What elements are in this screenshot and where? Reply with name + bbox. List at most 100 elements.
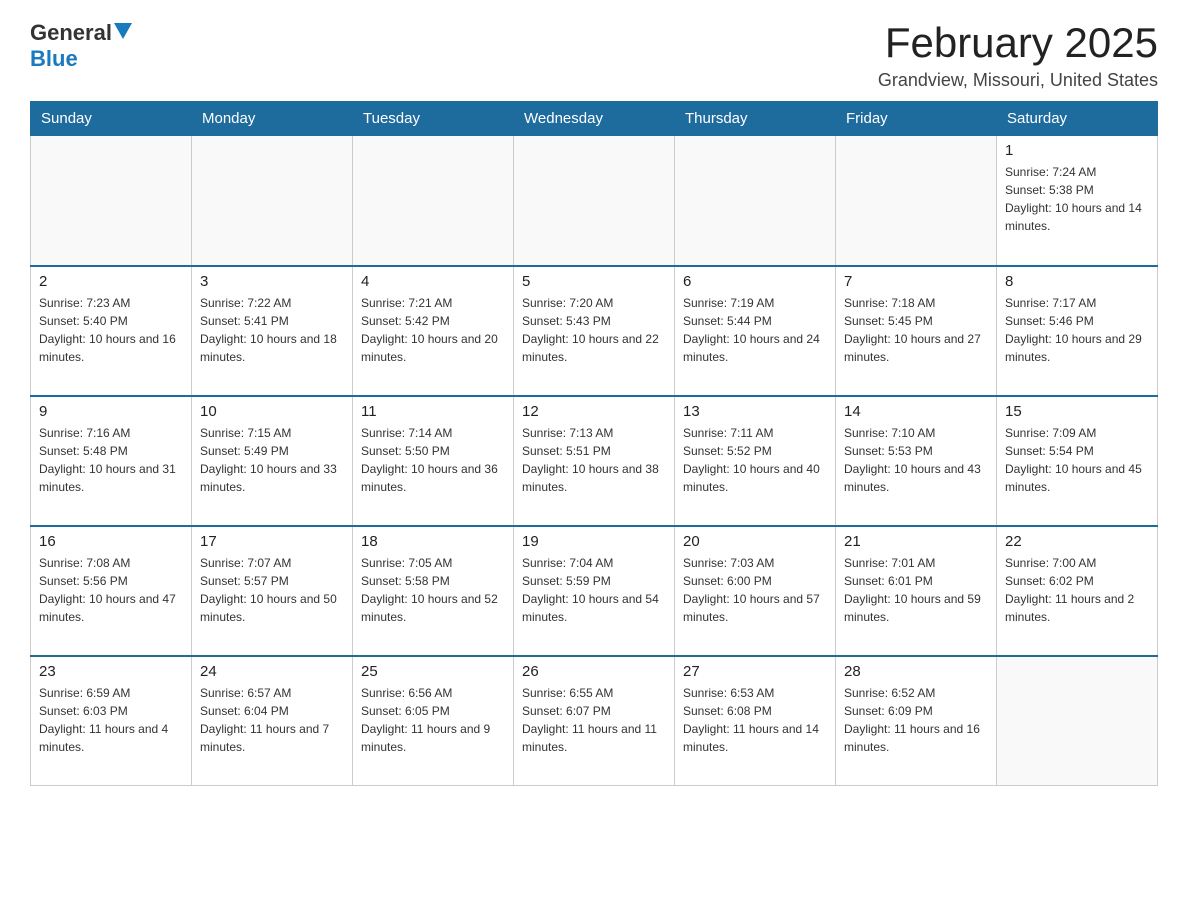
day-header-wednesday: Wednesday <box>514 102 675 136</box>
day-number: 13 <box>683 403 827 420</box>
calendar-day-cell: 8 Sunrise: 7:17 AMSunset: 5:46 PMDaylight… <box>997 266 1158 396</box>
logo: General Blue <box>30 20 132 72</box>
day-info: Sunrise: 7:19 AMSunset: 5:44 PMDaylight:… <box>683 294 827 366</box>
day-number: 27 <box>683 663 827 680</box>
day-number: 5 <box>522 273 666 290</box>
day-info: Sunrise: 7:10 AMSunset: 5:53 PMDaylight:… <box>844 424 988 496</box>
day-info: Sunrise: 6:56 AMSunset: 6:05 PMDaylight:… <box>361 684 505 756</box>
day-info: Sunrise: 6:55 AMSunset: 6:07 PMDaylight:… <box>522 684 666 756</box>
day-number: 8 <box>1005 273 1149 290</box>
calendar-day-cell: 20 Sunrise: 7:03 AMSunset: 6:00 PMDayligh… <box>675 526 836 656</box>
day-header-tuesday: Tuesday <box>353 102 514 136</box>
day-info: Sunrise: 7:20 AMSunset: 5:43 PMDaylight:… <box>522 294 666 366</box>
calendar-day-cell: 11 Sunrise: 7:14 AMSunset: 5:50 PMDayligh… <box>353 396 514 526</box>
calendar-day-cell <box>675 136 836 266</box>
day-info: Sunrise: 7:03 AMSunset: 6:00 PMDaylight:… <box>683 554 827 626</box>
location-title: Grandview, Missouri, United States <box>878 70 1158 91</box>
calendar-day-cell: 25 Sunrise: 6:56 AMSunset: 6:05 PMDayligh… <box>353 656 514 786</box>
day-info: Sunrise: 7:00 AMSunset: 6:02 PMDaylight:… <box>1005 554 1149 626</box>
day-info: Sunrise: 7:23 AMSunset: 5:40 PMDaylight:… <box>39 294 183 366</box>
day-number: 16 <box>39 533 183 550</box>
calendar-day-cell: 23 Sunrise: 6:59 AMSunset: 6:03 PMDayligh… <box>31 656 192 786</box>
day-number: 3 <box>200 273 344 290</box>
calendar-day-cell: 17 Sunrise: 7:07 AMSunset: 5:57 PMDayligh… <box>192 526 353 656</box>
day-number: 4 <box>361 273 505 290</box>
calendar-day-cell: 2 Sunrise: 7:23 AMSunset: 5:40 PMDaylight… <box>31 266 192 396</box>
day-info: Sunrise: 7:15 AMSunset: 5:49 PMDaylight:… <box>200 424 344 496</box>
logo-blue-text: Blue <box>30 46 78 72</box>
logo-triangle-icon <box>114 23 132 44</box>
day-info: Sunrise: 7:21 AMSunset: 5:42 PMDaylight:… <box>361 294 505 366</box>
calendar-day-cell: 27 Sunrise: 6:53 AMSunset: 6:08 PMDayligh… <box>675 656 836 786</box>
calendar-day-cell: 16 Sunrise: 7:08 AMSunset: 5:56 PMDayligh… <box>31 526 192 656</box>
calendar-day-cell: 4 Sunrise: 7:21 AMSunset: 5:42 PMDaylight… <box>353 266 514 396</box>
day-number: 7 <box>844 273 988 290</box>
logo-general-text: General <box>30 20 112 46</box>
calendar-day-cell: 13 Sunrise: 7:11 AMSunset: 5:52 PMDayligh… <box>675 396 836 526</box>
calendar-day-cell: 28 Sunrise: 6:52 AMSunset: 6:09 PMDayligh… <box>836 656 997 786</box>
calendar-day-cell <box>997 656 1158 786</box>
day-number: 12 <box>522 403 666 420</box>
calendar-week-row: 23 Sunrise: 6:59 AMSunset: 6:03 PMDayligh… <box>31 656 1158 786</box>
calendar-day-cell: 9 Sunrise: 7:16 AMSunset: 5:48 PMDaylight… <box>31 396 192 526</box>
day-header-monday: Monday <box>192 102 353 136</box>
day-number: 6 <box>683 273 827 290</box>
day-info: Sunrise: 6:59 AMSunset: 6:03 PMDaylight:… <box>39 684 183 756</box>
day-number: 2 <box>39 273 183 290</box>
day-number: 17 <box>200 533 344 550</box>
calendar-header-row: SundayMondayTuesdayWednesdayThursdayFrid… <box>31 102 1158 136</box>
day-number: 25 <box>361 663 505 680</box>
calendar-day-cell: 18 Sunrise: 7:05 AMSunset: 5:58 PMDayligh… <box>353 526 514 656</box>
calendar-day-cell: 5 Sunrise: 7:20 AMSunset: 5:43 PMDaylight… <box>514 266 675 396</box>
calendar-day-cell <box>353 136 514 266</box>
day-info: Sunrise: 6:53 AMSunset: 6:08 PMDaylight:… <box>683 684 827 756</box>
day-number: 11 <box>361 403 505 420</box>
calendar-day-cell: 3Sunrise: 7:22 AMSunset: 5:41 PMDaylight… <box>192 266 353 396</box>
day-info: Sunrise: 7:08 AMSunset: 5:56 PMDaylight:… <box>39 554 183 626</box>
month-title: February 2025 <box>878 20 1158 66</box>
day-number: 21 <box>844 533 988 550</box>
calendar-table: SundayMondayTuesdayWednesdayThursdayFrid… <box>30 101 1158 786</box>
calendar-day-cell <box>514 136 675 266</box>
day-number: 14 <box>844 403 988 420</box>
day-number: 1 <box>1005 142 1149 159</box>
calendar-day-cell <box>192 136 353 266</box>
calendar-day-cell: 1 Sunrise: 7:24 AMSunset: 5:38 PMDaylight… <box>997 136 1158 266</box>
day-info: Sunrise: 7:14 AMSunset: 5:50 PMDaylight:… <box>361 424 505 496</box>
calendar-day-cell: 15 Sunrise: 7:09 AMSunset: 5:54 PMDayligh… <box>997 396 1158 526</box>
day-info: Sunrise: 7:11 AMSunset: 5:52 PMDaylight:… <box>683 424 827 496</box>
day-header-sunday: Sunday <box>31 102 192 136</box>
day-number: 9 <box>39 403 183 420</box>
title-section: February 2025 Grandview, Missouri, Unite… <box>878 20 1158 91</box>
day-number: 23 <box>39 663 183 680</box>
day-header-thursday: Thursday <box>675 102 836 136</box>
calendar-week-row: 9 Sunrise: 7:16 AMSunset: 5:48 PMDaylight… <box>31 396 1158 526</box>
day-info: Sunrise: 7:17 AMSunset: 5:46 PMDaylight:… <box>1005 294 1149 366</box>
day-info: Sunrise: 7:04 AMSunset: 5:59 PMDaylight:… <box>522 554 666 626</box>
calendar-day-cell: 6 Sunrise: 7:19 AMSunset: 5:44 PMDaylight… <box>675 266 836 396</box>
day-info: Sunrise: 7:18 AMSunset: 5:45 PMDaylight:… <box>844 294 988 366</box>
day-info: Sunrise: 7:24 AMSunset: 5:38 PMDaylight:… <box>1005 163 1149 235</box>
calendar-day-cell: 26Sunrise: 6:55 AMSunset: 6:07 PMDayligh… <box>514 656 675 786</box>
day-number: 24 <box>200 663 344 680</box>
day-info: Sunrise: 6:57 AMSunset: 6:04 PMDaylight:… <box>200 684 344 756</box>
calendar-day-cell: 12 Sunrise: 7:13 AMSunset: 5:51 PMDayligh… <box>514 396 675 526</box>
day-number: 15 <box>1005 403 1149 420</box>
day-info: Sunrise: 7:07 AMSunset: 5:57 PMDaylight:… <box>200 554 344 626</box>
day-header-saturday: Saturday <box>997 102 1158 136</box>
calendar-week-row: 1 Sunrise: 7:24 AMSunset: 5:38 PMDaylight… <box>31 136 1158 266</box>
day-info: Sunrise: 7:05 AMSunset: 5:58 PMDaylight:… <box>361 554 505 626</box>
day-info: Sunrise: 7:16 AMSunset: 5:48 PMDaylight:… <box>39 424 183 496</box>
day-number: 18 <box>361 533 505 550</box>
calendar-day-cell: 14 Sunrise: 7:10 AMSunset: 5:53 PMDayligh… <box>836 396 997 526</box>
day-info: Sunrise: 7:13 AMSunset: 5:51 PMDaylight:… <box>522 424 666 496</box>
calendar-day-cell <box>836 136 997 266</box>
day-header-friday: Friday <box>836 102 997 136</box>
day-info: Sunrise: 7:09 AMSunset: 5:54 PMDaylight:… <box>1005 424 1149 496</box>
calendar-day-cell: 24 Sunrise: 6:57 AMSunset: 6:04 PMDayligh… <box>192 656 353 786</box>
day-number: 10 <box>200 403 344 420</box>
day-number: 28 <box>844 663 988 680</box>
day-number: 20 <box>683 533 827 550</box>
day-number: 22 <box>1005 533 1149 550</box>
day-info: Sunrise: 6:52 AMSunset: 6:09 PMDaylight:… <box>844 684 988 756</box>
